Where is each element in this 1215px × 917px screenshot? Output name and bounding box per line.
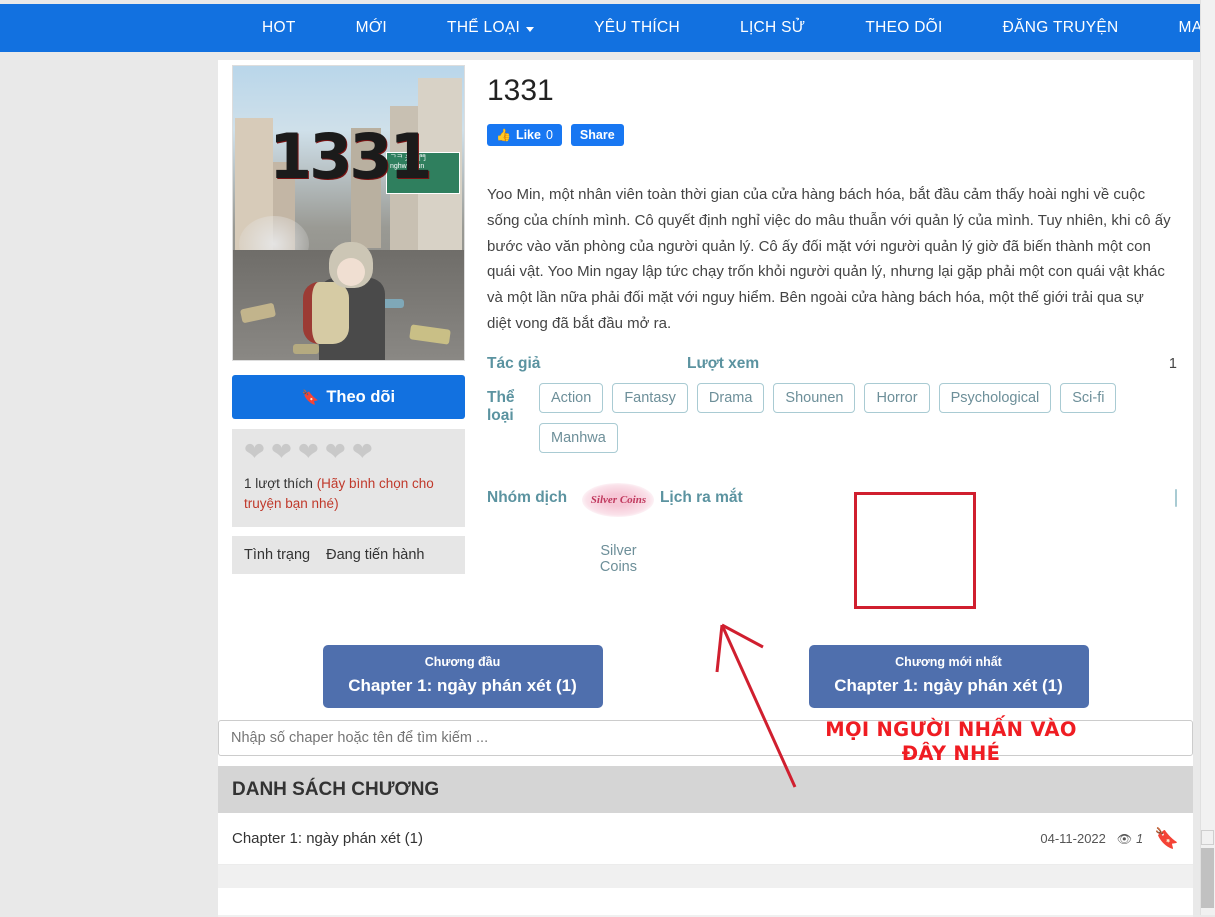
- status-value: Đang tiến hành: [326, 547, 424, 563]
- group-logo-text: Silver Coins: [582, 483, 654, 517]
- views-label: Lượt xem: [687, 355, 759, 373]
- first-chapter-button[interactable]: Chương đầu Chapter 1: ngày phán xét (1): [323, 645, 603, 708]
- bookmark-icon: 🔖: [302, 390, 319, 404]
- like-summary: 1 lượt thích (Hãy bình chọn cho truyện b…: [244, 474, 455, 516]
- nav-item-lich-su[interactable]: LỊCH SỬ: [710, 19, 835, 37]
- comic-main-info: 1331 👍 Like 0 Share Yoo Min, một nhân vi…: [487, 60, 1177, 583]
- heart-icon[interactable]: ❤: [271, 441, 292, 464]
- follow-button[interactable]: 🔖 Theo dõi: [232, 375, 465, 419]
- table-row[interactable]: Chapter 1: ngày phán xét (1) 04-11-2022 …: [218, 813, 1193, 865]
- bottom-partial-card: [218, 888, 1193, 915]
- genre-tag-list: Action Fantasy Drama Shounen Horror Psyc…: [539, 383, 1177, 453]
- author-label: Tác giả: [487, 355, 687, 373]
- genre-tag[interactable]: Sci-fi: [1060, 383, 1116, 413]
- genre-tag[interactable]: Horror: [864, 383, 929, 413]
- nav-item-yeu-thich[interactable]: YÊU THÍCH: [564, 19, 710, 37]
- latest-chapter-button[interactable]: Chương mới nhất Chapter 1: ngày phán xét…: [809, 645, 1089, 708]
- genres-label: Thể loại: [487, 383, 539, 425]
- chapter-meta: 04-11-2022 👁 1 🔖: [1040, 829, 1179, 849]
- nav-item-label: LỊCH SỬ: [740, 19, 805, 37]
- status-label: Tình trạng: [244, 547, 310, 563]
- genre-tag[interactable]: Shounen: [773, 383, 855, 413]
- views-value: 1: [1169, 356, 1177, 372]
- nav-item-label: YÊU THÍCH: [594, 19, 680, 37]
- heart-icon[interactable]: ❤: [352, 441, 373, 464]
- heart-icon[interactable]: ❤: [298, 441, 319, 464]
- nav-item-the-loai[interactable]: THỂ LOẠI: [417, 19, 564, 37]
- cover-debris: [293, 344, 319, 354]
- group-schedule-row: Nhóm dịch Silver Coins Silver Coins Lịch…: [487, 467, 1177, 583]
- nav-item-theo-doi[interactable]: THEO DÕI: [835, 19, 972, 37]
- share-label: Share: [580, 128, 615, 142]
- comic-summary: Yoo Min, một nhân viên toàn thời gian củ…: [487, 182, 1171, 337]
- chapter-date: 04-11-2022: [1040, 831, 1106, 846]
- like-count: 0: [546, 128, 553, 142]
- thumbs-up-icon: 👍: [496, 128, 511, 142]
- latest-chapter-title: Chapter 1: ngày phán xét (1): [815, 676, 1083, 696]
- first-chapter-title: Chapter 1: ngày phán xét (1): [329, 676, 597, 696]
- comic-cover-image[interactable]: ᄀᄏ 光化門 nghwamun 1331: [232, 65, 465, 361]
- page-scrollbar[interactable]: [1200, 0, 1215, 915]
- facebook-like-button[interactable]: 👍 Like 0: [487, 124, 562, 146]
- scrollbar-up-button[interactable]: [1201, 830, 1214, 845]
- bookmark-icon[interactable]: 🔖: [1154, 829, 1179, 849]
- chapter-list-header: DANH SÁCH CHƯƠNG: [218, 766, 1193, 813]
- heart-rating[interactable]: ❤ ❤ ❤ ❤ ❤: [244, 441, 455, 464]
- group-label: Nhóm dịch: [487, 467, 577, 507]
- chapter-search-input[interactable]: [218, 720, 1193, 756]
- schedule-block: Lịch ra mắt: [660, 467, 1177, 507]
- genre-tag[interactable]: Manhwa: [539, 423, 618, 453]
- cover-title-text: 1331: [269, 120, 430, 193]
- latest-chapter-caption: Chương mới nhất: [815, 655, 1083, 669]
- chapter-views: 👁 1: [1117, 832, 1143, 846]
- rating-box: ❤ ❤ ❤ ❤ ❤ 1 lượt thích (Hãy bình chọn ch…: [232, 429, 465, 527]
- top-navbar: HOT MỚI THỂ LOẠI YÊU THÍCH LỊCH SỬ THEO …: [0, 4, 1215, 52]
- chapter-nav-buttons: Chương đầu Chapter 1: ngày phán xét (1) …: [218, 645, 1193, 708]
- eye-icon: 👁: [1117, 832, 1132, 846]
- schedule-empty-tag[interactable]: [1175, 489, 1177, 507]
- like-label: Like: [516, 128, 541, 142]
- cover-backpack: [303, 282, 349, 344]
- chevron-down-icon: [526, 27, 534, 32]
- comic-detail-card: ᄀᄏ 光化門 nghwamun 1331 🔖 Theo dõi ❤ ❤ ❤ ❤ …: [218, 60, 1193, 863]
- author-views-row: Tác giả Lượt xem 1: [487, 355, 1177, 373]
- facebook-share-button[interactable]: Share: [571, 124, 624, 146]
- nav-item-label: HOT: [262, 19, 296, 37]
- nav-item-dang-truyen[interactable]: ĐĂNG TRUYỆN: [973, 19, 1149, 37]
- genre-tag[interactable]: Fantasy: [612, 383, 688, 413]
- nav-item-moi[interactable]: MỚI: [326, 19, 417, 37]
- schedule-label: Lịch ra mắt: [660, 489, 743, 507]
- nav-item-label: THỂ LOẠI: [447, 19, 520, 37]
- nav-item-label: ĐĂNG TRUYỆN: [1003, 19, 1119, 37]
- nav-item-label: MỚI: [356, 19, 387, 37]
- page-title: 1331: [487, 76, 1177, 106]
- group-name: Silver Coins: [581, 543, 656, 575]
- chapter-search-wrapper: [218, 720, 1193, 756]
- genre-tag[interactable]: Psychological: [939, 383, 1052, 413]
- schedule-value: [1175, 490, 1177, 506]
- cover-character-face: [337, 258, 365, 286]
- status-box: Tình trạng Đang tiến hành: [232, 536, 465, 574]
- genre-tag[interactable]: Drama: [697, 383, 765, 413]
- nav-item-label: THEO DÕI: [865, 19, 942, 37]
- like-count-text: 1 lượt thích: [244, 476, 313, 491]
- views-block: Lượt xem 1: [687, 355, 1177, 373]
- genres-row: Thể loại Action Fantasy Drama Shounen Ho…: [487, 383, 1177, 453]
- group-logo-icon: Silver Coins: [582, 483, 654, 517]
- comic-sidebar: ᄀᄏ 光化門 nghwamun 1331 🔖 Theo dõi ❤ ❤ ❤ ❤ …: [232, 65, 473, 574]
- social-buttons: 👍 Like 0 Share: [487, 124, 1177, 146]
- translator-group[interactable]: Silver Coins Silver Coins: [577, 467, 660, 583]
- scrollbar-thumb[interactable]: [1201, 848, 1214, 908]
- cover-debris: [382, 299, 404, 308]
- chapter-title[interactable]: Chapter 1: ngày phán xét (1): [232, 830, 423, 847]
- nav-item-hot[interactable]: HOT: [232, 19, 326, 37]
- heart-icon[interactable]: ❤: [244, 441, 265, 464]
- first-chapter-caption: Chương đầu: [329, 655, 597, 669]
- chapter-view-count: 1: [1136, 832, 1143, 846]
- follow-button-label: Theo dõi: [326, 388, 395, 407]
- genre-tag[interactable]: Action: [539, 383, 603, 413]
- heart-icon[interactable]: ❤: [325, 441, 346, 464]
